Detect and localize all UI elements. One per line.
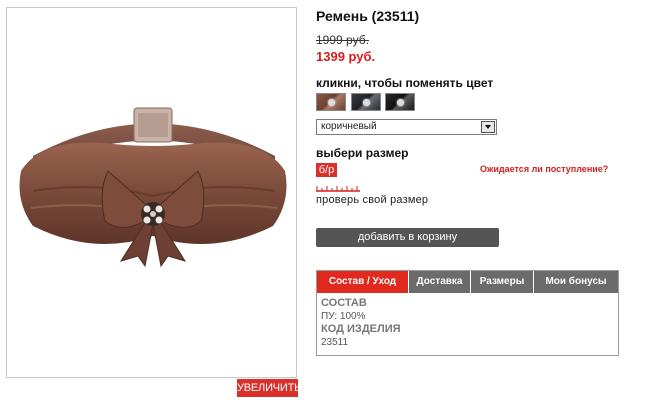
composition-title: СОСТАВ [321,297,367,309]
arrival-link[interactable]: Ожидается ли поступление? [480,164,608,174]
color-label: кликни, чтобы поменять цвет [316,76,494,90]
brooch-dot [328,99,335,106]
tab-bonuses[interactable]: Мои бонусы [534,271,618,293]
color-swatch-gray[interactable] [351,93,381,111]
tab-sizes[interactable]: Размеры [471,271,534,293]
tab-content: СОСТАВ ПУ: 100% КОД ИЗДЕЛИЯ 23511 [321,297,401,349]
zoom-button[interactable]: УВЕЛИЧИТЬ [237,379,301,397]
belt-image[interactable] [13,96,292,278]
color-select[interactable]: коричневый [316,119,497,135]
old-price: 1999 руб. [316,33,369,47]
tab-delivery[interactable]: Доставка [409,271,471,293]
code-value: 23511 [321,337,349,348]
size-label: выбери размер [316,146,409,160]
info-tabs: Состав / Уход Доставка Размеры Мои бонус… [316,270,619,356]
size-option[interactable]: б/р [316,163,337,177]
check-size-link[interactable]: проверь свой размер [316,194,428,206]
add-to-cart-button[interactable]: добавить в корзину [316,228,499,247]
brooch-dot [363,99,370,106]
product-image-frame [6,7,297,378]
brooch-dot [397,99,404,106]
product-title: Ремень (23511) [316,8,420,24]
tab-composition[interactable]: Состав / Уход [317,271,409,293]
color-select-value: коричневый [321,121,377,132]
new-price: 1399 руб. [316,49,376,64]
code-title: КОД ИЗДЕЛИЯ [321,323,401,335]
color-swatch-black[interactable] [385,93,415,111]
ruler-icon[interactable] [316,184,360,192]
chevron-down-icon[interactable] [481,121,495,133]
color-swatch-brown[interactable] [316,93,346,111]
composition-value: ПУ: 100% [321,311,366,322]
